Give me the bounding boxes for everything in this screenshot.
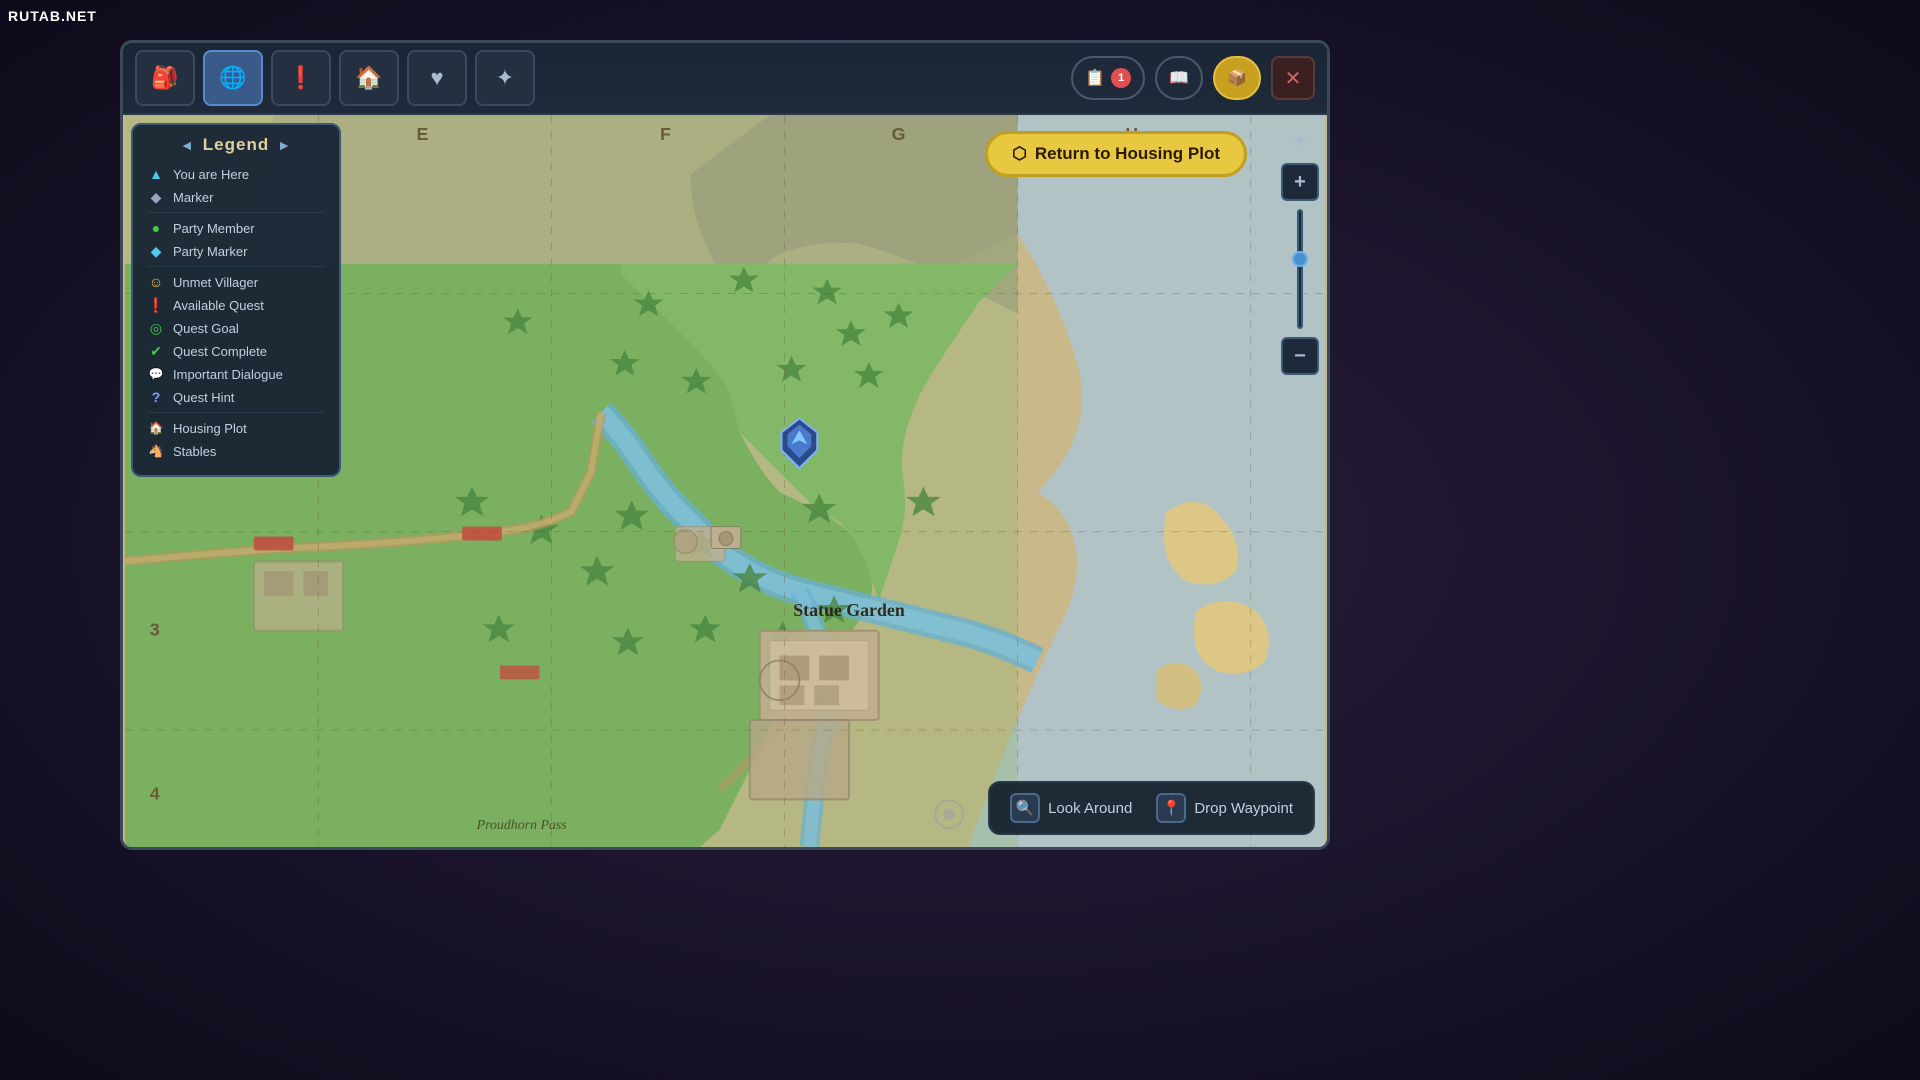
- quest-hint-label: Quest Hint: [173, 390, 234, 405]
- return-label: Return to Housing Plot: [1035, 144, 1220, 164]
- tab-map[interactable]: 🌐: [203, 50, 263, 106]
- compass-icon: ✦: [1282, 123, 1318, 159]
- legend-item-unmet-villager: ☺ Unmet Villager: [147, 273, 325, 291]
- unmet-villager-label: Unmet Villager: [173, 275, 258, 290]
- quest-complete-icon: ✔: [147, 342, 165, 360]
- legend-item-housing-plot: 🏠 Housing Plot: [147, 419, 325, 437]
- legend-panel: ◄ Legend ► ▲ You are Here ◆ Marker ● Par…: [131, 123, 341, 477]
- quest-complete-label: Quest Complete: [173, 344, 267, 359]
- look-around-control: 🔍 Look Around: [1010, 793, 1132, 823]
- party-member-label: Party Member: [173, 221, 255, 236]
- tab-backpack[interactable]: 🎒: [135, 50, 195, 106]
- svg-text:Proudhorn Pass: Proudhorn Pass: [476, 818, 567, 833]
- legend-item-quest-goal: ◎ Quest Goal: [147, 319, 325, 337]
- zoom-slider-track[interactable]: [1297, 209, 1303, 329]
- svg-text:F: F: [660, 124, 671, 144]
- tome-icon: 📖: [1169, 68, 1189, 88]
- legend-right-arrow[interactable]: ►: [277, 137, 292, 153]
- tome-button[interactable]: 📖: [1155, 56, 1203, 100]
- look-around-label: Look Around: [1048, 800, 1132, 817]
- look-around-icon: 🔍: [1010, 793, 1040, 823]
- party-member-icon: ●: [147, 219, 165, 237]
- tab-heart[interactable]: ♥: [407, 50, 467, 106]
- you-are-here-icon: ▲: [147, 165, 165, 183]
- quest-goal-label: Quest Goal: [173, 321, 239, 336]
- stables-label: Stables: [173, 444, 216, 459]
- legend-item-party-marker: ◆ Party Marker: [147, 242, 325, 260]
- quest-goal-icon: ◎: [147, 319, 165, 337]
- chest-icon: 📦: [1227, 68, 1247, 88]
- notes-badge: 1: [1111, 68, 1131, 88]
- svg-text:Statue Garden: Statue Garden: [793, 600, 905, 620]
- party-marker-label: Party Marker: [173, 244, 247, 259]
- legend-item-quest-hint: ? Quest Hint: [147, 388, 325, 406]
- main-window: 🎒 🌐 ❗ 🏠 ♥ ✦ 📋 1 📖 📦 ✕: [120, 40, 1330, 850]
- zoom-slider-thumb[interactable]: [1292, 251, 1308, 267]
- return-icon: ⬡: [1012, 144, 1027, 164]
- available-quest-label: Available Quest: [173, 298, 264, 313]
- close-icon: ✕: [1285, 66, 1302, 91]
- marker-icon: ◆: [147, 188, 165, 206]
- chest-button[interactable]: 📦: [1213, 56, 1261, 100]
- return-to-housing-plot-button[interactable]: ⬡ Return to Housing Plot: [985, 131, 1247, 177]
- notes-icon: 📋: [1085, 68, 1105, 88]
- svg-text:G: G: [892, 124, 906, 144]
- notes-button[interactable]: 📋 1: [1071, 56, 1145, 100]
- app-label: RUTAB.NET: [8, 8, 97, 24]
- zoom-controls: ✦ + −: [1281, 123, 1319, 375]
- legend-item-important-dialogue: 💬 Important Dialogue: [147, 365, 325, 383]
- housing-plot-label: Housing Plot: [173, 421, 247, 436]
- important-dialogue-label: Important Dialogue: [173, 367, 283, 382]
- stables-icon: 🐴: [147, 442, 165, 460]
- legend-item-stables: 🐴 Stables: [147, 442, 325, 460]
- legend-item-marker: ◆ Marker: [147, 188, 325, 206]
- legend-left-arrow[interactable]: ◄: [180, 137, 195, 153]
- bottom-bar: 🔍 Look Around 📍 Drop Waypoint: [988, 781, 1315, 835]
- marker-label: Marker: [173, 190, 213, 205]
- drop-waypoint-icon: 📍: [1156, 793, 1186, 823]
- close-button[interactable]: ✕: [1271, 56, 1315, 100]
- quest-hint-icon: ?: [147, 388, 165, 406]
- you-are-here-label: You are Here: [173, 167, 249, 182]
- legend-divider-1: [147, 212, 325, 213]
- tab-quest[interactable]: ❗: [271, 50, 331, 106]
- zoom-in-button[interactable]: +: [1281, 163, 1319, 201]
- legend-divider-2: [147, 266, 325, 267]
- legend-divider-3: [147, 412, 325, 413]
- tab-guild[interactable]: ✦: [475, 50, 535, 106]
- svg-text:4: 4: [150, 783, 160, 803]
- legend-item-party-member: ● Party Member: [147, 219, 325, 237]
- party-marker-icon: ◆: [147, 242, 165, 260]
- legend-item-you-are-here: ▲ You are Here: [147, 165, 325, 183]
- legend-item-quest-complete: ✔ Quest Complete: [147, 342, 325, 360]
- legend-title-text: Legend: [203, 135, 269, 155]
- available-quest-icon: ❗: [147, 296, 165, 314]
- drop-waypoint-control: 📍 Drop Waypoint: [1156, 793, 1293, 823]
- housing-plot-icon: 🏠: [147, 419, 165, 437]
- toolbar: 🎒 🌐 ❗ 🏠 ♥ ✦ 📋 1 📖 📦 ✕: [123, 43, 1327, 115]
- tab-home[interactable]: 🏠: [339, 50, 399, 106]
- zoom-out-button[interactable]: −: [1281, 337, 1319, 375]
- legend-title: ◄ Legend ►: [147, 135, 325, 155]
- toolbar-right: 📋 1 📖 📦 ✕: [1071, 56, 1315, 100]
- svg-text:E: E: [417, 124, 429, 144]
- important-dialogue-icon: 💬: [147, 365, 165, 383]
- svg-text:3: 3: [150, 620, 160, 640]
- drop-waypoint-label: Drop Waypoint: [1194, 800, 1293, 817]
- unmet-villager-icon: ☺: [147, 273, 165, 291]
- legend-item-available-quest: ❗ Available Quest: [147, 296, 325, 314]
- map-area[interactable]: E F G H 2 3 4: [123, 115, 1327, 847]
